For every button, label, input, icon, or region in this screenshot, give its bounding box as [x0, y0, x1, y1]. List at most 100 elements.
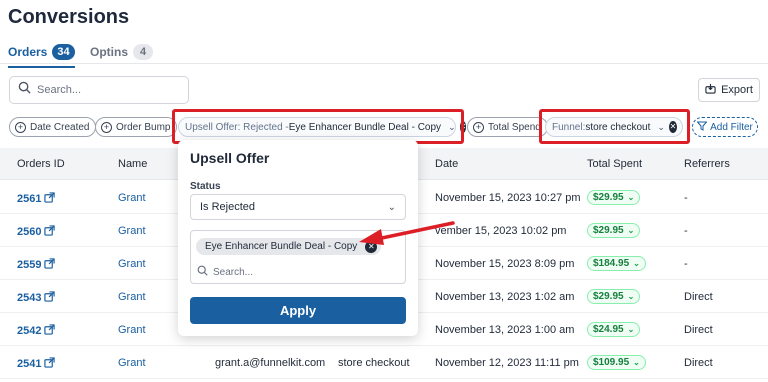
filter-total-spend-label: Total Spend — [488, 121, 541, 133]
total-spent-pill[interactable]: $109.95 ⌄ — [587, 355, 646, 370]
referrer: Direct — [684, 291, 713, 303]
chevron-down-icon: ⌄ — [387, 201, 396, 213]
total-spent-pill[interactable]: $29.95 ⌄ — [587, 223, 641, 238]
order-date: November 15, 2023 8:09 pm — [435, 258, 575, 270]
order-date: November 13, 2023 1:00 am — [435, 324, 575, 336]
highlight-box-upsell — [172, 109, 464, 144]
order-id-link[interactable]: 2560 — [17, 225, 56, 239]
customer-name[interactable]: Grant — [118, 291, 146, 303]
plus-circle-icon: + — [473, 121, 484, 133]
referrer: - — [684, 225, 688, 237]
chevron-down-icon: ⌄ — [627, 226, 635, 235]
total-spent-pill[interactable]: $29.95 ⌄ — [587, 289, 641, 304]
customer-name[interactable]: Grant — [118, 324, 146, 336]
page-title: Conversions — [8, 6, 130, 28]
total-spent-pill[interactable]: $24.95 ⌄ — [587, 322, 641, 337]
total-spent-value: $184.95 — [593, 258, 630, 269]
external-link-icon[interactable] — [44, 258, 56, 272]
search-icon — [18, 81, 31, 99]
chevron-down-icon: ⌄ — [633, 358, 640, 367]
total-spent-value: $29.95 — [593, 192, 624, 203]
search-field[interactable] — [9, 76, 189, 104]
order-id: 2542 — [17, 325, 42, 337]
total-spent-value: $29.95 — [593, 225, 624, 236]
export-icon — [705, 83, 716, 97]
export-label: Export — [721, 84, 753, 96]
order-id-link[interactable]: 2541 — [17, 357, 56, 371]
selected-offer-chip: Eye Enhancer Bundle Deal - Copy ✕ — [196, 238, 382, 255]
filter-date-created-label: Date Created — [30, 121, 90, 133]
offer-search[interactable]: Search... — [197, 265, 253, 279]
column-header-referrers[interactable]: Referrers — [684, 158, 730, 170]
plus-circle-icon: + — [15, 121, 26, 133]
external-link-icon[interactable] — [44, 324, 56, 338]
customer-name[interactable]: Grant — [118, 192, 146, 204]
status-label: Status — [190, 181, 221, 192]
external-link-icon[interactable] — [44, 357, 56, 371]
total-spent-pill[interactable]: $184.95 ⌄ — [587, 256, 646, 271]
tab-orders[interactable]: Orders 34 — [8, 44, 75, 68]
tab-orders-label: Orders — [8, 45, 48, 59]
search-input[interactable] — [37, 84, 177, 96]
column-header-name[interactable]: Name — [118, 158, 147, 170]
tab-optins-label: Optins — [90, 45, 128, 59]
export-button[interactable]: Export — [698, 78, 760, 102]
chevron-down-icon: ⌄ — [627, 325, 635, 334]
tabs-bar: Orders 34 Optins 4 — [0, 40, 768, 68]
total-spent-value: $24.95 — [593, 324, 624, 335]
column-header-orders-id[interactable]: Orders ID — [17, 158, 65, 170]
order-date: November 12, 2023 11:11 pm — [435, 357, 579, 369]
referrer: Direct — [684, 324, 713, 336]
order-id-link[interactable]: 2542 — [17, 324, 56, 338]
tab-optins[interactable]: Optins 4 — [90, 44, 153, 60]
status-select[interactable]: Is Rejected ⌄ — [190, 194, 406, 220]
column-header-date[interactable]: Date — [435, 158, 458, 170]
order-id: 2561 — [17, 193, 42, 205]
order-id-link[interactable]: 2561 — [17, 192, 56, 206]
order-id: 2541 — [17, 358, 42, 370]
add-filter-button[interactable]: Add Filter — [692, 117, 758, 137]
order-date: November 15, 2023 10:27 pm — [435, 192, 581, 204]
total-spent-pill[interactable]: $29.95 ⌄ — [587, 190, 641, 205]
order-id-link[interactable]: 2543 — [17, 291, 56, 305]
order-id: 2559 — [17, 259, 42, 271]
add-filter-label: Add Filter — [710, 121, 753, 133]
chevron-down-icon: ⌄ — [627, 292, 635, 301]
funnel-name: store checkout — [338, 357, 410, 369]
customer-name[interactable]: Grant — [118, 225, 146, 237]
referrer: Direct — [684, 357, 713, 369]
filter-total-spend[interactable]: + Total Spend — [467, 117, 548, 137]
chevron-down-icon: ⌄ — [627, 193, 635, 202]
customer-email: grant.a@funnelkit.com — [215, 357, 326, 369]
offer-search-placeholder: Search... — [213, 266, 254, 278]
selected-offer-label: Eye Enhancer Bundle Deal - Copy — [205, 241, 358, 252]
order-id: 2543 — [17, 292, 42, 304]
filter-date-created[interactable]: + Date Created — [9, 117, 97, 137]
apply-button[interactable]: Apply — [190, 297, 406, 324]
column-header-total-spent[interactable]: Total Spent — [587, 158, 642, 170]
referrer: - — [684, 258, 688, 270]
external-link-icon[interactable] — [44, 192, 56, 206]
chevron-down-icon: ⌄ — [633, 259, 640, 268]
customer-name[interactable]: Grant — [118, 357, 146, 369]
optins-count-badge: 4 — [133, 44, 153, 60]
order-id: 2560 — [17, 226, 42, 238]
order-id-link[interactable]: 2559 — [17, 258, 56, 272]
filter-order-bump[interactable]: + Order Bump — [95, 117, 178, 137]
total-spent-value: $109.95 — [593, 357, 630, 368]
status-select-value: Is Rejected — [200, 201, 256, 213]
highlight-box-funnel — [539, 109, 690, 144]
table-row[interactable]: 2541 Grant grant.a@funnelkit.com store chec… — [0, 346, 768, 379]
filter-funnel-icon — [696, 121, 708, 134]
plus-circle-icon: + — [101, 121, 112, 133]
customer-name[interactable]: Grant — [118, 258, 146, 270]
order-date: November 13, 2023 1:02 am — [435, 291, 575, 303]
total-spent-value: $29.95 — [593, 291, 624, 302]
external-link-icon[interactable] — [44, 291, 56, 305]
popover-title: Upsell Offer — [190, 150, 270, 166]
search-icon — [197, 265, 208, 279]
external-link-icon[interactable] — [44, 225, 56, 239]
red-arrow-annotation — [359, 221, 455, 245]
orders-count-badge: 34 — [52, 44, 75, 60]
filter-order-bump-label: Order Bump — [116, 121, 171, 133]
